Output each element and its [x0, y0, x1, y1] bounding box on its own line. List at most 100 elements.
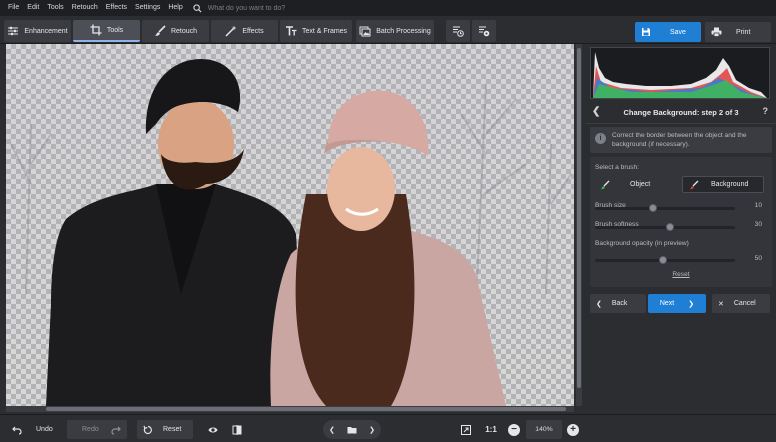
zoom-out-button[interactable]: − — [507, 420, 521, 439]
tab-effects[interactable]: Effects — [211, 20, 278, 42]
step-header: ❮ Change Background: step 2 of 3 ? — [586, 102, 776, 124]
reset-link[interactable]: Reset — [590, 271, 772, 278]
horizontal-scrollbar[interactable] — [6, 406, 574, 412]
brush-softness-value: 30 — [754, 221, 762, 228]
cancel-label: Cancel — [733, 300, 756, 307]
zoom-level[interactable]: 140% — [526, 420, 562, 439]
tab-text-frames[interactable]: Text & Frames — [280, 20, 352, 42]
compare-icon — [232, 424, 242, 435]
bg-opacity-slider[interactable] — [595, 256, 735, 264]
search-input[interactable] — [207, 4, 338, 12]
tab-enhancement-label: Enhancement — [24, 27, 68, 35]
tab-enhancement[interactable]: Enhancement — [4, 20, 71, 42]
next-image-icon[interactable]: ❯ — [369, 426, 375, 434]
next-button[interactable]: Next ❯ — [648, 294, 706, 313]
step-back-chevron-icon[interactable]: ❮ — [592, 106, 602, 120]
back-label: Back — [611, 300, 628, 307]
tab-tools-label: Tools — [106, 26, 124, 34]
prev-image-icon[interactable]: ❮ — [329, 426, 335, 434]
print-button[interactable]: Print — [705, 22, 771, 42]
red-brush-icon — [689, 180, 699, 189]
histogram-graph — [593, 52, 767, 98]
menu-effects[interactable]: Effects — [102, 0, 131, 16]
select-brush-label: Select a brush: — [595, 164, 639, 171]
images-icon — [359, 26, 371, 37]
background-brush-label: Background — [711, 181, 749, 188]
tab-batch-processing-label: Batch Processing — [376, 27, 431, 35]
compare-button[interactable] — [228, 420, 246, 439]
menu-bar: File Edit Tools Retouch Effects Settings… — [0, 0, 776, 16]
right-panel: ❮ Change Background: step 2 of 3 ? i Cor… — [586, 44, 776, 414]
save-button[interactable]: Save — [635, 22, 701, 42]
info-icon: i — [595, 133, 606, 144]
bottom-bar: Undo Redo Reset ❮ ❯ 1:1 − 140% + — [0, 414, 776, 442]
printer-icon — [711, 27, 722, 37]
bg-opacity-knob[interactable] — [659, 256, 667, 264]
vertical-scroll-thumb[interactable] — [577, 48, 581, 388]
object-brush-button[interactable]: Object — [594, 176, 682, 193]
folder-icon[interactable] — [347, 425, 357, 435]
menu-edit[interactable]: Edit — [23, 0, 43, 16]
chevron-right-icon: ❯ — [688, 300, 695, 308]
fit-to-screen-button[interactable] — [458, 420, 474, 439]
brush-icon — [154, 25, 166, 36]
cancel-button[interactable]: ✕ Cancel — [712, 294, 770, 313]
photo-subjects — [10, 59, 572, 406]
preview-toggle-button[interactable] — [204, 420, 222, 439]
zoom-in-button[interactable]: + — [566, 420, 580, 439]
adjustments-button[interactable] — [472, 20, 496, 42]
minus-icon: − — [508, 423, 520, 436]
brush-size-knob[interactable] — [649, 204, 657, 212]
canvas-area — [0, 44, 584, 414]
undo-icon — [12, 426, 22, 435]
print-label: Print — [736, 28, 751, 36]
bg-opacity-value: 50 — [754, 255, 762, 262]
menu-file[interactable]: File — [4, 0, 23, 16]
history-list-icon — [453, 26, 464, 37]
menu-help[interactable]: Help — [164, 0, 186, 16]
expand-icon — [461, 424, 471, 435]
reset-label: Reset — [163, 426, 182, 433]
tab-effects-label: Effects — [242, 27, 264, 35]
help-icon[interactable]: ? — [763, 106, 769, 116]
bg-opacity-label: Background opacity (in preview) — [595, 240, 689, 247]
horizontal-scroll-thumb[interactable] — [46, 407, 566, 411]
background-brush-button[interactable]: Background — [682, 176, 764, 193]
vertical-scrollbar[interactable] — [576, 44, 582, 406]
brush-softness-slider[interactable] — [595, 223, 735, 231]
menu-retouch[interactable]: Retouch — [68, 0, 102, 16]
tab-retouch[interactable]: Retouch — [142, 20, 209, 42]
step-title: Change Background: step 2 of 3 — [623, 108, 739, 117]
search-icon — [193, 3, 202, 13]
brush-settings: Select a brush: Object Background Brush … — [590, 157, 772, 287]
photo-editor-window: File Edit Tools Retouch Effects Settings… — [0, 0, 776, 442]
next-label: Next — [659, 300, 675, 307]
reset-button[interactable]: Reset — [137, 420, 193, 439]
histogram — [590, 47, 770, 99]
eye-icon — [208, 427, 218, 432]
photo-canvas[interactable] — [6, 44, 574, 406]
tab-batch-processing[interactable]: Batch Processing — [356, 20, 434, 42]
history-button[interactable] — [446, 20, 470, 42]
redo-button[interactable]: Redo — [67, 420, 127, 439]
tab-retouch-label: Retouch — [170, 27, 198, 35]
close-icon: ✕ — [718, 300, 724, 308]
file-navigator: ❮ ❯ — [323, 420, 381, 439]
actual-size-button[interactable]: 1:1 — [482, 420, 500, 439]
back-button[interactable]: ❮ Back — [590, 294, 646, 313]
info-text: Correct the border between the object an… — [612, 132, 747, 148]
text-icon — [285, 26, 297, 36]
brush-softness-knob[interactable] — [666, 223, 674, 231]
menu-search — [193, 0, 338, 16]
floppy-icon — [642, 28, 650, 36]
undo-button[interactable]: Undo — [6, 420, 64, 439]
redo-icon — [111, 426, 121, 435]
menu-tools[interactable]: Tools — [43, 0, 67, 16]
tab-text-frames-label: Text & Frames — [301, 27, 348, 35]
undo-label: Undo — [36, 426, 53, 433]
magic-wand-icon — [225, 25, 237, 37]
tab-tools[interactable]: Tools — [73, 20, 140, 42]
menu-settings[interactable]: Settings — [131, 0, 164, 16]
reset-icon — [143, 425, 152, 434]
brush-size-slider[interactable] — [595, 204, 735, 212]
